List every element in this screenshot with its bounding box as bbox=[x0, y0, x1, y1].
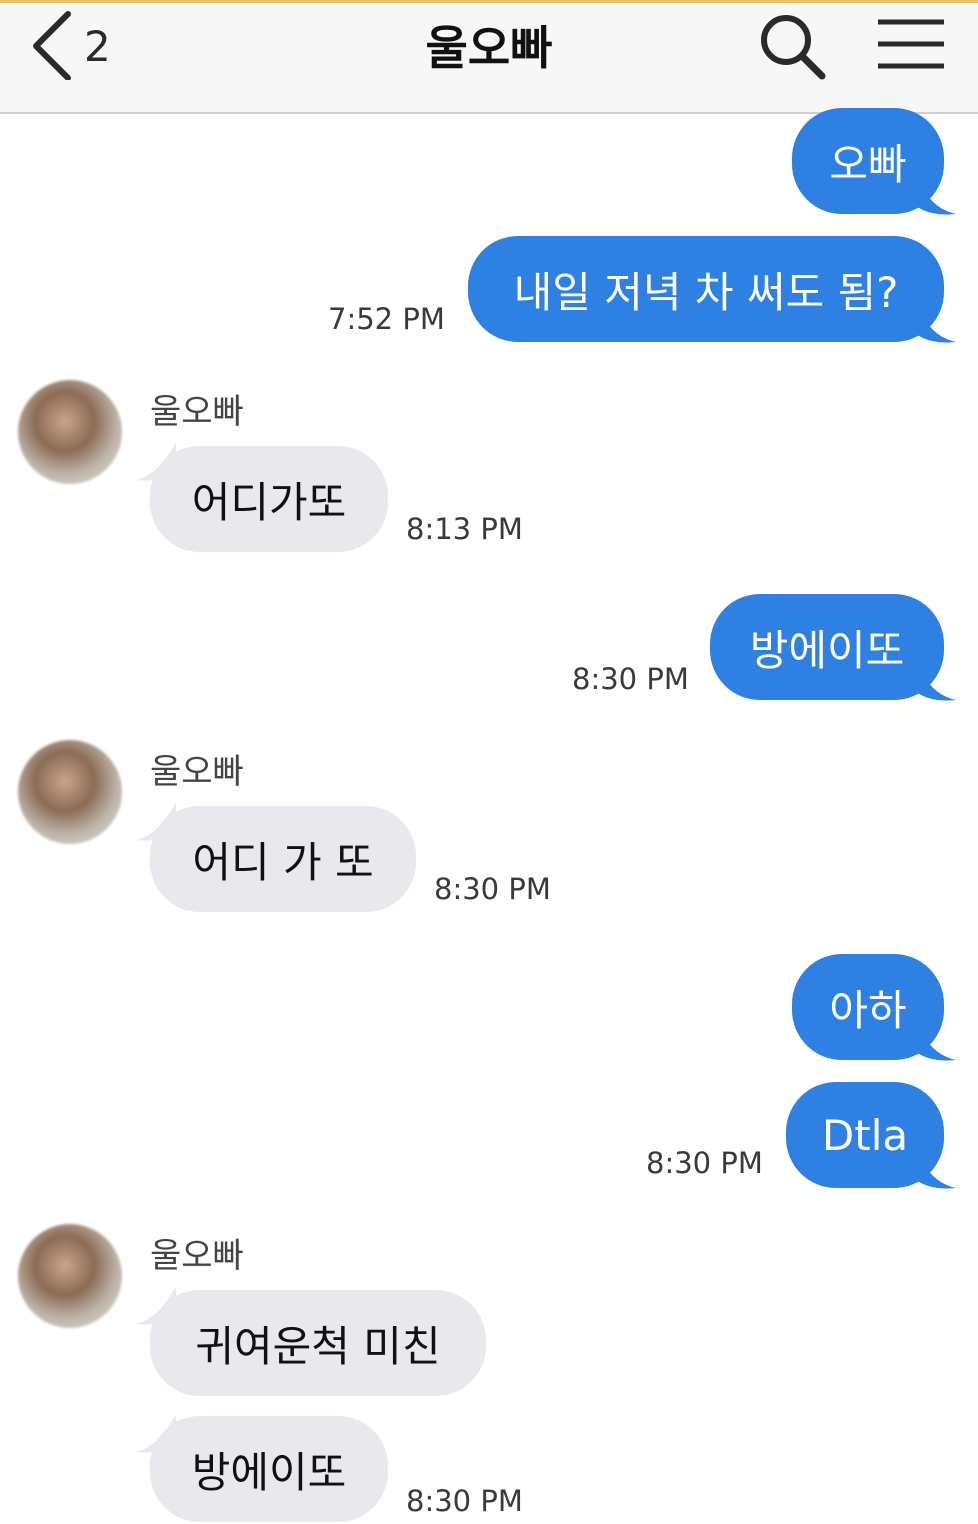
avatar[interactable] bbox=[18, 1224, 122, 1328]
message-text: Dtla bbox=[821, 1110, 909, 1160]
menu-button[interactable] bbox=[876, 16, 946, 74]
message-text: 어디가또 bbox=[191, 477, 347, 527]
bubble-tail bbox=[916, 662, 956, 701]
message-timestamp: 7:52 PM bbox=[328, 302, 445, 336]
message-text: 아하 bbox=[829, 985, 907, 1035]
sender-name: 울오빠 bbox=[150, 752, 244, 792]
message-timestamp: 8:30 PM bbox=[646, 1146, 763, 1180]
chat-title: 울오빠 bbox=[425, 21, 553, 75]
search-icon bbox=[761, 15, 826, 80]
avatar[interactable] bbox=[18, 740, 122, 844]
sent-message-bubble[interactable]: 내일 저녁 차 써도 됨? bbox=[468, 236, 944, 342]
message-timestamp: 8:30 PM bbox=[434, 872, 551, 906]
avatar[interactable] bbox=[18, 380, 122, 484]
message-timestamp: 8:13 PM bbox=[406, 512, 523, 546]
bubble-tail bbox=[916, 304, 956, 343]
message-text: 내일 저녁 차 써도 됨? bbox=[513, 267, 899, 317]
message-timestamp: 8:30 PM bbox=[406, 1484, 523, 1518]
message-text: 방에이또 bbox=[191, 1447, 347, 1497]
bubble-tail bbox=[916, 1022, 956, 1061]
message-text: 어디 가 또 bbox=[192, 837, 374, 887]
received-message-bubble[interactable]: 어디가또 bbox=[150, 446, 388, 552]
bubble-tail bbox=[916, 176, 956, 215]
hamburger-menu-icon bbox=[878, 19, 944, 69]
received-message-bubble[interactable]: 어디 가 또 bbox=[150, 806, 416, 912]
sender-name: 울오빠 bbox=[150, 1236, 244, 1276]
received-message-bubble[interactable]: 귀여운척 미친 bbox=[150, 1290, 486, 1396]
chat-header: 2 울오빠 bbox=[0, 0, 978, 114]
message-text: 방에이또 bbox=[749, 625, 905, 675]
sender-name: 울오빠 bbox=[150, 392, 244, 432]
message-text: 귀여운척 미친 bbox=[195, 1321, 441, 1371]
message-timestamp: 8:30 PM bbox=[572, 662, 689, 696]
message-text: 오빠 bbox=[829, 139, 907, 189]
sent-message-bubble[interactable]: 방에이또 bbox=[710, 594, 944, 700]
search-button[interactable] bbox=[758, 12, 828, 82]
status-accent-line bbox=[0, 0, 978, 3]
received-message-bubble[interactable]: 방에이또 bbox=[150, 1416, 388, 1522]
bubble-tail bbox=[916, 1150, 956, 1189]
